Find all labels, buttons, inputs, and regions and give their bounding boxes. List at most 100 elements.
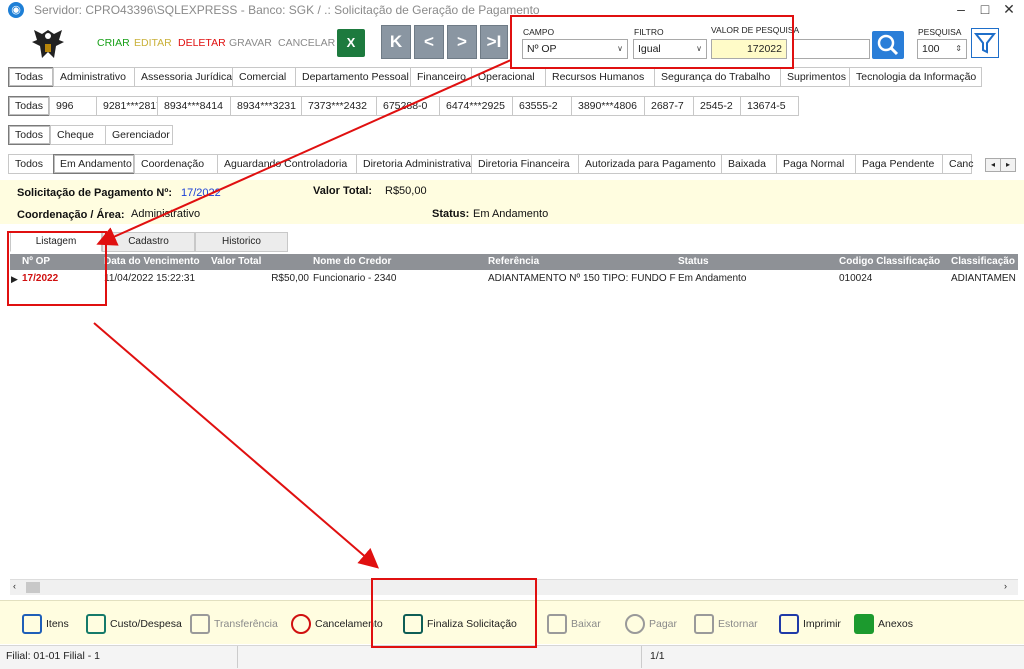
area-tab-3[interactable]: Comercial xyxy=(232,67,296,87)
status-tab-2[interactable]: Coordenação xyxy=(134,154,218,174)
status-tab-1[interactable]: Em Andamento xyxy=(53,154,135,174)
account-tab-10[interactable]: 2687-7 xyxy=(644,96,694,116)
account-tab-3[interactable]: 8934***8414 xyxy=(157,96,231,116)
tabs-scroll-left-icon[interactable]: ◂ xyxy=(985,158,1001,172)
account-tab-1[interactable]: 996 xyxy=(49,96,97,116)
anexos-button[interactable]: Anexos xyxy=(854,612,913,636)
pesquisa-label: PESQUISA xyxy=(918,27,962,37)
app-logo-icon: ◉ xyxy=(8,2,24,18)
area-tab-8[interactable]: Segurança do Trabalho xyxy=(654,67,781,87)
close-button[interactable]: ✕ xyxy=(998,0,1020,20)
annotation-finaliza-box xyxy=(371,578,537,648)
magnifier-icon xyxy=(877,34,899,56)
scroll-right-icon[interactable]: › xyxy=(1004,581,1007,591)
account-tab-2[interactable]: 9281***2817 xyxy=(96,96,162,116)
status-tab-4[interactable]: Diretoria Administrativa xyxy=(356,154,472,174)
gravar-button[interactable]: GRAVAR xyxy=(229,37,272,49)
col-header-classificacao[interactable]: Classificação xyxy=(951,254,1015,270)
col-header-status[interactable]: Status xyxy=(678,254,709,270)
document-icon xyxy=(86,614,106,634)
editar-button[interactable]: EDITAR xyxy=(134,37,172,49)
baixar-label: Baixar xyxy=(571,618,601,630)
account-tab-0[interactable]: Todas xyxy=(8,96,50,116)
status-tab-6[interactable]: Autorizada para Pagamento xyxy=(578,154,722,174)
coordenacao-label: Coordenação / Área: xyxy=(17,209,125,221)
account-tab-8[interactable]: 63555-2 xyxy=(512,96,572,116)
area-tab-7[interactable]: Recursos Humanos xyxy=(545,67,655,87)
nav-last-button[interactable]: >I xyxy=(480,25,508,59)
col-header-codigo[interactable]: Codigo Classificação xyxy=(839,254,940,270)
baixar-button[interactable]: Baixar xyxy=(547,612,601,636)
estornar-button[interactable]: Estornar xyxy=(694,612,758,636)
imprimir-button[interactable]: Imprimir xyxy=(779,612,841,636)
list-icon xyxy=(22,614,42,634)
account-tab-6[interactable]: 675288-0 xyxy=(376,96,440,116)
area-tab-10[interactable]: Tecnologia da Informação xyxy=(849,67,982,87)
payment-type-tab-2[interactable]: Gerenciador xyxy=(105,125,173,145)
area-tab-1[interactable]: Administrativo xyxy=(53,67,135,87)
transfer-icon xyxy=(190,614,210,634)
pagar-button[interactable]: Pagar xyxy=(625,612,677,636)
search-button[interactable] xyxy=(872,31,904,59)
cancelamento-button[interactable]: Cancelamento xyxy=(291,612,383,636)
area-tab-2[interactable]: Assessoria Jurídica xyxy=(134,67,233,87)
status-tab-8[interactable]: Paga Normal xyxy=(776,154,856,174)
tabs-payment-type-row: Todos Cheque Gerenciador xyxy=(0,124,1024,146)
tabs-scroll-right-icon[interactable]: ▸ xyxy=(1000,158,1016,172)
solicitacao-value: 17/2022 xyxy=(181,187,221,199)
status-tab-3[interactable]: Aguardando Controladoria xyxy=(217,154,357,174)
minimize-button[interactable]: – xyxy=(950,0,972,20)
status-tab-7[interactable]: Baixada xyxy=(721,154,777,174)
deletar-button[interactable]: DELETAR xyxy=(178,37,226,49)
status-tab-9[interactable]: Paga Pendente xyxy=(855,154,943,174)
custo-label: Custo/Despesa xyxy=(110,618,182,630)
status-tab-0[interactable]: Todos xyxy=(8,154,54,174)
account-tab-7[interactable]: 6474***2925 xyxy=(439,96,513,116)
restore-button[interactable]: □ xyxy=(974,0,996,20)
payment-type-tab-0[interactable]: Todos xyxy=(8,125,51,145)
account-tab-4[interactable]: 8934***3231 xyxy=(230,96,302,116)
area-tab-0[interactable]: Todas xyxy=(8,67,54,87)
area-tab-9[interactable]: Suprimentos xyxy=(780,67,850,87)
col-header-vencimento[interactable]: Data do Vencimento xyxy=(104,254,200,270)
scroll-thumb[interactable] xyxy=(26,582,40,593)
status-tab-5[interactable]: Diretoria Financeira xyxy=(471,154,579,174)
cell-valor: R$50,00 xyxy=(271,273,309,284)
col-header-credor[interactable]: Nome do Credor xyxy=(313,254,391,270)
account-tab-5[interactable]: 7373***2432 xyxy=(301,96,377,116)
custo-despesa-button[interactable]: Custo/Despesa xyxy=(86,612,182,636)
cell-referencia: ADIANTAMENTO Nº 150 TIPO: FUNDO FIX xyxy=(488,273,676,284)
cancelar-button[interactable]: CANCELAR xyxy=(278,37,335,49)
transferencia-label: Transferência xyxy=(214,618,278,630)
payment-type-tab-1[interactable]: Cheque xyxy=(50,125,106,145)
nav-next-button[interactable]: > xyxy=(447,25,477,59)
nav-prev-button[interactable]: < xyxy=(414,25,444,59)
status-tab-10[interactable]: Canc xyxy=(942,154,974,174)
extra-search-input[interactable] xyxy=(792,39,870,59)
cell-codigo: 010024 xyxy=(839,273,873,284)
filter-button[interactable] xyxy=(971,28,999,58)
cell-status: Em Andamento xyxy=(678,273,747,284)
subtab-cadastro[interactable]: Cadastro xyxy=(102,232,195,252)
area-tab-6[interactable]: Operacional xyxy=(471,67,546,87)
nav-first-button[interactable]: K xyxy=(381,25,411,59)
area-tab-5[interactable]: Financeiro xyxy=(410,67,472,87)
transferencia-button[interactable]: Transferência xyxy=(190,612,278,636)
area-tab-4[interactable]: Departamento Pessoal xyxy=(295,67,411,87)
col-header-valor[interactable]: Valor Total xyxy=(211,254,261,270)
status-label: Status: xyxy=(432,208,470,220)
stepper-arrows-icon[interactable]: ⇕ xyxy=(955,40,962,58)
excel-export-icon[interactable]: X xyxy=(337,29,365,57)
account-tab-9[interactable]: 3890***4806 xyxy=(571,96,645,116)
account-tab-11[interactable]: 2545-2 xyxy=(693,96,741,116)
col-header-referencia[interactable]: Referência xyxy=(488,254,539,270)
itens-button[interactable]: Itens xyxy=(22,612,69,636)
scroll-left-icon[interactable]: ‹ xyxy=(13,581,16,591)
subtab-historico[interactable]: Historico xyxy=(195,232,288,252)
table-row[interactable]: ▶ 17/2022 11/04/2022 15:22:31 R$50,00 Fu… xyxy=(10,271,1018,287)
pagar-label: Pagar xyxy=(649,618,678,630)
pesquisa-stepper[interactable]: 100 ⇕ xyxy=(917,39,967,59)
criar-button[interactable]: CRIAR xyxy=(97,37,130,49)
account-tab-12[interactable]: 13674-5 xyxy=(740,96,799,116)
cell-classificacao: ADIANTAMEN xyxy=(951,273,1016,284)
